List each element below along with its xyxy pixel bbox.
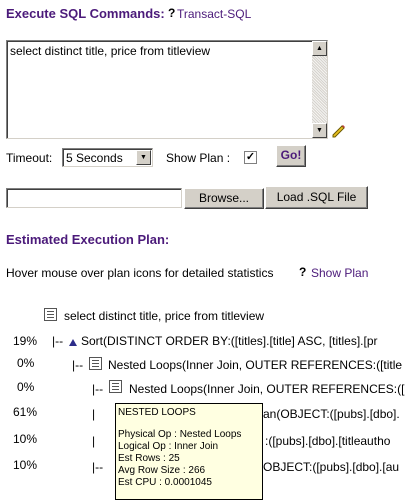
plan-row-cost: 10% — [13, 432, 38, 446]
plan-row-text: Nested Loops(Inner Join, OUTER REFERENCE… — [129, 382, 405, 396]
scroll-down-button[interactable]: ▼ — [312, 123, 327, 138]
chevron-down-icon[interactable]: ▼ — [136, 150, 151, 165]
show-plan-label: Show Plan : — [166, 151, 231, 165]
plan-row-text: Nested Loops(Inner Join, OUTER REFERENCE… — [108, 358, 403, 372]
tree-branch: |-- — [72, 358, 84, 372]
load-sql-file-button[interactable]: Load .SQL File — [265, 186, 368, 209]
sql-text: select distinct title, price from titlev… — [10, 44, 211, 58]
transact-sql-link[interactable]: Transact-SQL — [177, 7, 251, 21]
help-icon: ? — [168, 6, 176, 20]
tree-branch: | — [92, 434, 96, 448]
nested-loops-icon[interactable] — [89, 355, 102, 373]
plan-row-text: Sort(DISTINCT ORDER BY:([titles].[title]… — [81, 334, 378, 348]
sql-textarea[interactable]: select distinct title, price from titlev… — [6, 40, 328, 139]
tree-branch: |-- — [52, 334, 64, 348]
plan-root-text: select distinct title, price from titlev… — [64, 309, 265, 323]
plan-row-cost: 19% — [13, 334, 38, 348]
plan-row-text: an(OBJECT:([pubs].[dbo]. — [263, 407, 400, 421]
pencil-icon[interactable] — [332, 124, 346, 138]
plan-title: Estimated Execution Plan: — [6, 232, 170, 247]
tooltip-line: Physical Op : Nested Loops — [118, 429, 242, 440]
nested-loops-icon[interactable] — [109, 378, 122, 396]
tooltip-line: Est Rows : 25 — [118, 453, 180, 464]
browse-button[interactable]: Browse... — [184, 188, 264, 209]
plan-hint: Hover mouse over plan icons for detailed… — [6, 266, 274, 280]
show-plan-checkbox[interactable]: ✓ — [244, 151, 257, 164]
tooltip-line: Avg Row Size : 266 — [118, 465, 206, 476]
plan-row-cost: 0% — [17, 380, 35, 394]
tooltip-title: NESTED LOOPS — [118, 407, 196, 418]
plan-tooltip: NESTED LOOPS Physical Op : Nested Loops … — [115, 403, 263, 500]
timeout-value: 5 Seconds — [66, 151, 123, 165]
query-plan-icon[interactable] — [44, 306, 57, 324]
plan-row-cost: 10% — [13, 458, 38, 472]
scroll-up-button[interactable]: ▲ — [312, 41, 327, 56]
textarea-scrollbar[interactable]: ▲ ▼ — [312, 41, 327, 138]
plan-row-cost: 61% — [13, 405, 38, 419]
tooltip-line: Est CPU : 0.0001045 — [118, 477, 212, 488]
plan-row-cost: 0% — [17, 356, 35, 370]
tree-branch: |-- — [92, 460, 104, 474]
tooltip-line: Logical Op : Inner Join — [118, 441, 219, 452]
help-icon: ? — [299, 265, 307, 279]
sql-file-path-input[interactable] — [6, 188, 182, 208]
tree-branch: |-- — [92, 382, 104, 396]
page-title: Execute SQL Commands: — [6, 6, 165, 21]
sort-icon[interactable] — [69, 334, 77, 352]
plan-row-text: OBJECT:([pubs].[dbo].[au — [263, 460, 400, 474]
plan-row-text: :([pubs].[dbo].[titleautho — [265, 434, 391, 448]
go-button[interactable]: Go! — [276, 145, 306, 167]
timeout-select[interactable]: 5 Seconds ▼ — [62, 148, 153, 167]
show-plan-link[interactable]: Show Plan — [311, 266, 368, 280]
tree-branch: | — [92, 407, 96, 421]
timeout-label: Timeout: — [6, 151, 53, 165]
